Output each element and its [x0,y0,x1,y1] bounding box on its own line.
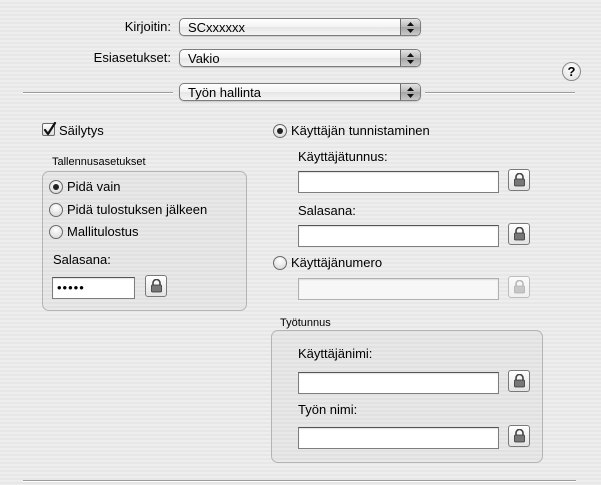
lock-icon [514,227,525,241]
job-group-title: Työtunnus [280,317,331,329]
lock-icon [514,374,525,388]
radio-user-number-label: Käyttäjänumero [291,255,383,270]
presets-popup[interactable]: Vakio [179,49,421,67]
auth-password-label: Salasana: [298,203,356,218]
printer-value: SCxxxxxx [188,20,246,35]
help-button[interactable]: ? [562,62,581,81]
separator-line [425,92,575,94]
radio-sample-print-label: Mallitulostus [67,224,139,239]
lock-icon [514,280,525,294]
pane-value: Työn hallinta [188,85,261,100]
user-number-field[interactable] [298,278,499,300]
username-field[interactable] [298,171,499,193]
storage-checkbox[interactable] [42,121,57,136]
job-name-lock-button[interactable] [508,425,530,447]
separator-line [23,92,173,94]
storage-group-title: Tallennusasetukset [52,156,146,168]
user-number-lock-button[interactable] [508,276,530,298]
username-label: Käyttäjätunnus: [298,149,388,164]
up-down-arrows-icon [400,19,420,35]
bottom-separator-line [23,480,576,482]
username-lock-button[interactable] [508,169,530,191]
lock-icon [514,429,525,443]
radio-keep-only[interactable] [49,180,63,194]
lock-icon [151,279,162,293]
job-user-name-lock-button[interactable] [508,370,530,392]
up-down-arrows-icon [400,84,420,100]
radio-user-number[interactable] [273,256,287,270]
job-name-field[interactable] [298,427,499,449]
radio-keep-after-print-label: Pidä tulostuksen jälkeen [67,202,208,217]
checkmark-icon [43,121,57,136]
radio-keep-after-print[interactable] [49,203,63,217]
lock-icon [514,173,525,187]
radio-sample-print[interactable] [49,225,63,239]
storage-lock-button[interactable] [145,275,167,297]
storage-password-field[interactable]: ••••• [52,277,135,299]
radio-keep-only-label: Pidä vain [67,179,121,194]
storage-password-label: Salasana: [53,252,111,267]
auth-password-lock-button[interactable] [508,223,530,245]
pane-popup[interactable]: Työn hallinta [179,83,421,101]
radio-dot [53,184,59,190]
printer-label: Kirjoitin: [124,19,171,34]
presets-value: Vakio [188,51,220,66]
up-down-arrows-icon [400,50,420,66]
radio-dot [277,128,283,134]
presets-label: Esiasetukset: [93,50,171,65]
job-name-label: Työn nimi: [298,402,358,417]
help-glyph: ? [567,64,576,79]
auth-password-field[interactable] [298,225,499,247]
storage-checkbox-label: Säilytys [59,123,104,138]
radio-user-auth[interactable] [273,124,287,138]
job-user-name-label: Käyttäjänimi: [298,346,373,361]
job-user-name-field[interactable] [298,372,499,394]
printer-popup[interactable]: SCxxxxxx [179,18,421,36]
radio-user-auth-label: Käyttäjän tunnistaminen [291,123,430,138]
